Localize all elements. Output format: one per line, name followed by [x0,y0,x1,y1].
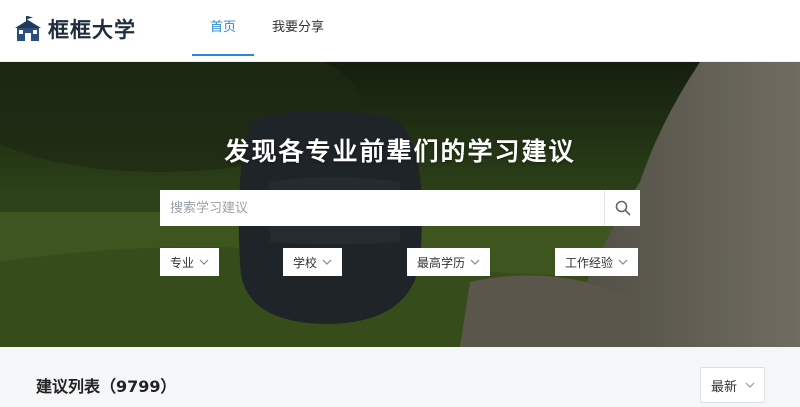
chevron-down-icon [322,259,332,265]
hero-banner: 发现各专业前辈们的学习建议 专业 学校 最高学历 工作经验 [0,62,800,347]
search-button[interactable] [604,190,640,226]
chevron-down-icon [470,259,480,265]
search-icon [615,200,631,216]
search-box [160,190,640,226]
main-nav: 首页 我要分享 [192,0,342,62]
filter-label: 专业 [170,255,195,270]
filter-label: 工作经验 [565,255,614,270]
filter-degree[interactable]: 最高学历 [407,248,491,276]
top-header: 框框大学 首页 我要分享 [0,0,800,62]
sort-value: 最新 [711,379,738,395]
sort-select[interactable]: 最新 [700,367,765,403]
filter-label: 学校 [293,255,318,270]
filter-major[interactable]: 专业 [160,248,220,276]
brand-name: 框框大学 [48,18,136,42]
filter-experience[interactable]: 工作经验 [555,248,639,276]
chevron-down-icon [199,259,209,265]
school-building-icon [15,16,41,41]
chevron-down-icon [618,259,628,265]
list-title: 建议列表（9799） [36,377,177,396]
list-header: 建议列表（9799） 最新 [0,347,800,407]
filter-school[interactable]: 学校 [283,248,343,276]
filter-label: 最高学历 [417,255,466,270]
chevron-down-icon [745,382,755,388]
nav-item-home[interactable]: 首页 [192,0,255,62]
brand-logo[interactable]: 框框大学 [14,14,136,44]
search-input[interactable] [160,190,604,226]
nav-item-share[interactable]: 我要分享 [254,0,342,62]
hero-title: 发现各专业前辈们的学习建议 [224,137,576,166]
